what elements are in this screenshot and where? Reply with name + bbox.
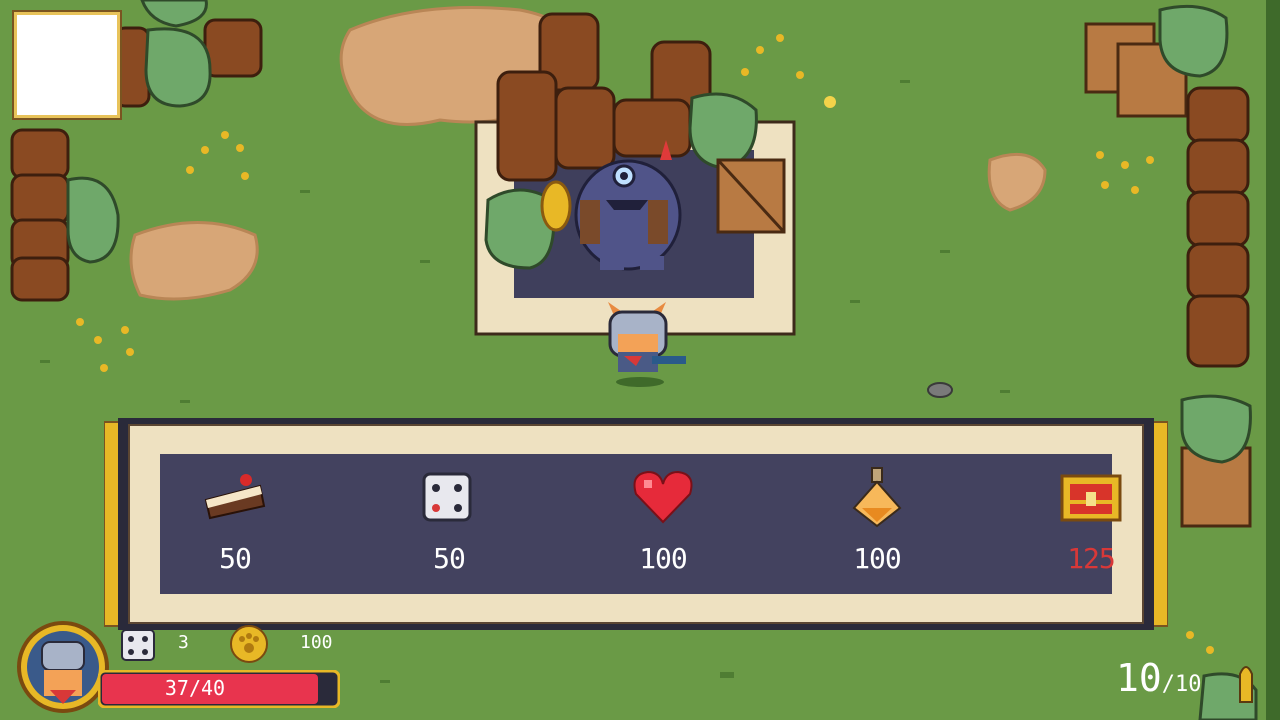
ammo-current: 10 (1116, 656, 1162, 700)
gold-coin-pile (540, 180, 572, 232)
dirt-patch (129, 221, 259, 301)
dice-count: 3 (178, 632, 189, 653)
bullet-icon (1239, 666, 1253, 703)
shop-slot-potion[interactable]: 100 (812, 454, 932, 594)
shop-slot-chest[interactable]: 125 (1026, 454, 1146, 594)
shop-slot-dice[interactable]: 50 (384, 454, 504, 594)
shop-item-row: 50 50 100 100 125 (160, 454, 1122, 594)
paw-coin-icon (230, 625, 268, 663)
corgi-knight-portrait-icon (17, 621, 109, 713)
health-text: 37/40 (164, 676, 226, 700)
dirt-patch (987, 152, 1047, 212)
shop-price-potion: 100 (853, 542, 902, 575)
minimap (14, 12, 120, 118)
coin-count: 100 (300, 632, 333, 653)
heart-icon (633, 470, 693, 524)
dice-icon (422, 472, 472, 522)
potion-icon (852, 467, 902, 528)
barrels-right (1186, 86, 1250, 368)
shop-slot-cake[interactable]: 50 (170, 454, 290, 594)
shop-price-dice: 50 (433, 542, 466, 575)
dice-hud-icon (121, 629, 155, 661)
ammo-counter: 10/10 (1116, 656, 1202, 700)
ammo-max: /10 (1161, 672, 1202, 697)
crate-shop (716, 158, 786, 234)
flower (824, 96, 836, 108)
shop-price-cake: 50 (219, 542, 252, 575)
rock (927, 382, 953, 398)
shop-price-heart: 100 (639, 542, 688, 575)
shop-price-chest: 125 (1067, 542, 1116, 575)
hedge-edge (1266, 0, 1280, 720)
cake-slice-icon (204, 474, 266, 520)
treasure-chest-icon (1060, 474, 1122, 522)
shop-slot-heart[interactable]: 100 (598, 454, 718, 594)
